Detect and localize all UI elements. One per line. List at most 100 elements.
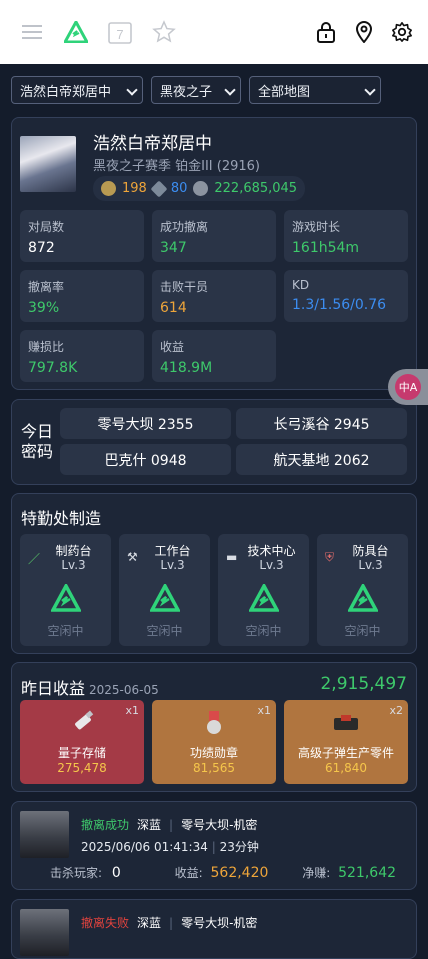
craft-station[interactable]: ▬ 技术中心 Lv.3 空闲中 bbox=[218, 534, 309, 646]
top-bar: 7 bbox=[0, 0, 428, 64]
craft-station[interactable]: ⚒ 工作台 Lv.3 空闲中 bbox=[119, 534, 210, 646]
stat-label: KD bbox=[292, 278, 310, 292]
record-duration: 23分钟 bbox=[219, 840, 259, 854]
stat-label: 游戏时长 bbox=[292, 220, 341, 234]
record-time-line: 2025/06/06 01:41:34 | 23分钟 bbox=[81, 838, 259, 855]
match-record[interactable]: 撤离成功 深蓝 | 零号大坝-机密 2025/06/06 01:41:34 | … bbox=[11, 801, 417, 890]
profile-card: 浩然白帝郑居中 黑夜之子赛季 铂金III (2916) 198 80 222,6… bbox=[11, 117, 417, 390]
stat-tile: 收益 418.9M bbox=[152, 330, 276, 382]
avatar bbox=[20, 136, 76, 192]
craft-station[interactable]: ⛨ 防具台 Lv.3 空闲中 bbox=[317, 534, 408, 646]
assistant-badge: 中A bbox=[395, 374, 421, 400]
station-status: 空闲中 bbox=[344, 624, 381, 638]
filter-bar: 浩然白帝郑居中 黑夜之子 全部地图 bbox=[11, 76, 381, 104]
settings-icon[interactable] bbox=[390, 20, 414, 44]
code-item[interactable]: 零号大坝 2355 bbox=[60, 408, 231, 439]
gold-coin-icon bbox=[101, 181, 116, 196]
station-level: Lv.3 bbox=[160, 558, 185, 572]
item-price: 61,840 bbox=[325, 761, 367, 775]
stat-tile: 赚损比 797.8K bbox=[20, 330, 144, 382]
stat-value: 347 bbox=[160, 240, 187, 256]
station-status: 空闲中 bbox=[47, 624, 84, 638]
income-item[interactable]: x1 功绩勋章 81,565 bbox=[152, 700, 276, 784]
star-icon[interactable] bbox=[152, 20, 176, 44]
location-icon[interactable] bbox=[352, 20, 376, 44]
craft-station[interactable]: ／制药台 Lv.3 空闲中 bbox=[20, 534, 111, 646]
code-item[interactable]: 航天基地 2062 bbox=[236, 444, 407, 475]
record-summary: 击杀玩家: 0 收益: 562,420 净赚: 521,642 bbox=[50, 864, 410, 881]
yesterday-title-text: 昨日收益 bbox=[21, 679, 86, 698]
income-item[interactable]: x1 量子存储 275,478 bbox=[20, 700, 144, 784]
menu-icon[interactable] bbox=[20, 20, 44, 44]
kills-value: 0 bbox=[111, 865, 121, 881]
record-mode: 深蓝 bbox=[137, 818, 162, 832]
operator-avatar bbox=[20, 811, 69, 858]
net-label: 净赚: bbox=[302, 866, 331, 880]
item-price: 81,565 bbox=[193, 761, 235, 775]
income-value: 562,420 bbox=[210, 865, 269, 881]
coin-amount: 222,685,045 bbox=[214, 181, 298, 196]
chevron-down-icon bbox=[364, 84, 376, 96]
lock-icon[interactable] bbox=[314, 20, 338, 44]
calendar-icon[interactable]: 7 bbox=[108, 20, 132, 44]
daily-codes-label: 今日密码 bbox=[21, 422, 54, 461]
app-logo-icon bbox=[150, 584, 180, 612]
record-header: 撤离成功 深蓝 | 零号大坝-机密 bbox=[81, 816, 257, 833]
app-logo-icon bbox=[51, 584, 81, 612]
map-select[interactable]: 全部地图 bbox=[249, 76, 381, 104]
stat-value: 161h54m bbox=[292, 240, 360, 256]
record-status: 撤离成功 bbox=[81, 818, 130, 832]
craft-title: 特勤处制造 bbox=[21, 509, 102, 528]
silver-coin-icon bbox=[193, 181, 209, 196]
net-value: 521,642 bbox=[338, 865, 397, 881]
item-name: 功绩勋章 bbox=[189, 746, 238, 760]
item-count: x1 bbox=[125, 704, 139, 717]
app-logo-icon bbox=[249, 584, 279, 612]
record-map: 零号大坝-机密 bbox=[181, 916, 258, 930]
income-label: 收益: bbox=[174, 866, 203, 880]
voucher-icon bbox=[150, 180, 168, 197]
record-time: 2025/06/06 01:41:34 bbox=[81, 840, 208, 854]
season-select-value: 黑夜之子 bbox=[160, 84, 213, 100]
season-select[interactable]: 黑夜之子 bbox=[151, 76, 241, 104]
stat-value: 1.3/1.56/0.76 bbox=[292, 297, 387, 313]
app-logo-icon[interactable] bbox=[64, 20, 88, 44]
station-name: 防具台 bbox=[352, 544, 389, 558]
currency-pill: 198 80 222,685,045 bbox=[93, 176, 306, 201]
stat-value: 872 bbox=[28, 240, 55, 256]
station-level: Lv.3 bbox=[61, 558, 86, 572]
player-select-value: 浩然白帝郑居中 bbox=[20, 84, 112, 100]
station-name: 制药台 bbox=[55, 544, 92, 558]
match-record[interactable]: 撤离失败 深蓝 | 零号大坝-机密 bbox=[11, 899, 417, 959]
stat-tile: 撤离率 39% bbox=[20, 270, 144, 322]
voucher-amount: 80 bbox=[170, 181, 188, 196]
player-select[interactable]: 浩然白帝郑居中 bbox=[11, 76, 143, 104]
income-item[interactable]: x2 高级子弹生产零件 61,840 bbox=[284, 700, 408, 784]
chevron-down-icon bbox=[126, 84, 138, 96]
item-price: 275,478 bbox=[57, 761, 107, 775]
craft-card: 特勤处制造 ／制药台 Lv.3 空闲中 ⚒ 工作台 Lv.3 空闲中 ▬ 技术中心 Lv.3 空闲中… bbox=[11, 493, 417, 654]
stat-tile: KD 1.3/1.56/0.76 bbox=[284, 270, 408, 322]
stat-tile: 对局数 872 bbox=[20, 210, 144, 262]
stat-value: 797.8K bbox=[28, 360, 78, 376]
station-status: 空闲中 bbox=[245, 624, 282, 638]
divider: | bbox=[169, 817, 174, 832]
svg-text:7: 7 bbox=[116, 27, 123, 42]
stat-tile: 成功撤离 347 bbox=[152, 210, 276, 262]
stat-value: 418.9M bbox=[160, 360, 213, 376]
chevron-down-icon bbox=[224, 84, 236, 96]
code-item[interactable]: 巴克什 0948 bbox=[60, 444, 231, 475]
kills-label: 击杀玩家: bbox=[50, 866, 103, 880]
code-item[interactable]: 长弓溪谷 2945 bbox=[236, 408, 407, 439]
yesterday-title: 昨日收益 2025-06-05 bbox=[21, 675, 159, 699]
floating-assistant-button[interactable]: 中A bbox=[388, 369, 428, 405]
stat-tile: 游戏时长 161h54m bbox=[284, 210, 408, 262]
stat-tile: 击败干员 614 bbox=[152, 270, 276, 322]
yesterday-total: 2,915,497 bbox=[320, 674, 407, 694]
daily-codes-card: 今日密码 零号大坝 2355 长弓溪谷 2945 巴克什 0948 航天基地 2… bbox=[11, 399, 417, 485]
operator-avatar bbox=[20, 909, 69, 956]
record-header: 撤离失败 深蓝 | 零号大坝-机密 bbox=[81, 914, 257, 931]
station-name: 技术中心 bbox=[247, 544, 296, 558]
record-mode: 深蓝 bbox=[137, 916, 162, 930]
stat-label: 击败干员 bbox=[160, 280, 209, 294]
